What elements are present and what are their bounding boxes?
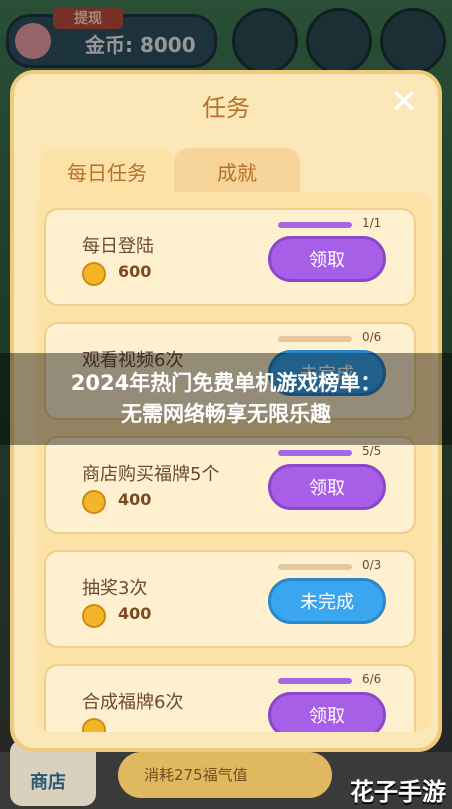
claim-button[interactable]: 领取 bbox=[268, 464, 386, 510]
incomplete-button[interactable]: 未完成 bbox=[268, 578, 386, 624]
coin-icon bbox=[82, 604, 106, 628]
task-progress-bar bbox=[278, 450, 352, 456]
shop-label: 商店 bbox=[30, 772, 66, 793]
coin-icon bbox=[82, 718, 106, 732]
tab-achievements[interactable]: 成就 bbox=[174, 148, 300, 194]
coin-icon bbox=[82, 490, 106, 514]
task-progress-text: 0/6 bbox=[362, 330, 382, 344]
task-reward: 400 bbox=[118, 490, 152, 509]
task-card: 抽奖3次 400 0/3 未完成 bbox=[44, 550, 416, 648]
task-progress-bar bbox=[278, 222, 352, 228]
watermark-logo: 花子手游 bbox=[350, 778, 446, 806]
task-progress-bar bbox=[278, 336, 352, 342]
banner-line-2: 无需网络畅享无限乐趣 bbox=[121, 402, 331, 426]
task-card: 商店购买福牌5个 400 5/5 领取 bbox=[44, 436, 416, 534]
tab-daily-tasks[interactable]: 每日任务 bbox=[40, 148, 174, 194]
dialog-title: 任务 bbox=[202, 94, 250, 122]
close-icon[interactable]: ✕ bbox=[388, 85, 420, 119]
task-card: 合成福牌6次 6/6 领取 bbox=[44, 664, 416, 732]
coin-icon bbox=[82, 262, 106, 286]
task-list[interactable]: 每日登陆 600 1/1 领取 观看视频6次 0/6 未完成 商店购买福牌5个 … bbox=[36, 192, 432, 732]
claim-button[interactable]: 领取 bbox=[268, 236, 386, 282]
task-name: 抽奖3次 bbox=[82, 578, 148, 599]
banner-line-1: 2024年热门免费单机游戏榜单： bbox=[70, 371, 382, 395]
task-progress-text: 6/6 bbox=[362, 672, 382, 686]
task-name: 商店购买福牌5个 bbox=[82, 464, 220, 485]
task-card: 每日登陆 600 1/1 领取 bbox=[44, 208, 416, 306]
headline-banner: 2024年热门免费单机游戏榜单： 无需网络畅享无限乐趣 bbox=[0, 353, 452, 445]
consume-button[interactable]: 消耗275福气值 bbox=[118, 752, 332, 798]
consume-label: 消耗275福气值 bbox=[144, 766, 248, 784]
task-progress-bar bbox=[278, 564, 352, 570]
task-reward: 400 bbox=[118, 604, 152, 623]
task-name: 合成福牌6次 bbox=[82, 692, 184, 713]
task-name: 每日登陆 bbox=[82, 236, 154, 257]
task-progress-text: 0/3 bbox=[362, 558, 382, 572]
claim-button[interactable]: 领取 bbox=[268, 692, 386, 732]
task-reward: 600 bbox=[118, 262, 152, 281]
task-progress-bar bbox=[278, 678, 352, 684]
task-progress-text: 1/1 bbox=[362, 216, 382, 230]
task-progress-text: 5/5 bbox=[362, 444, 382, 458]
